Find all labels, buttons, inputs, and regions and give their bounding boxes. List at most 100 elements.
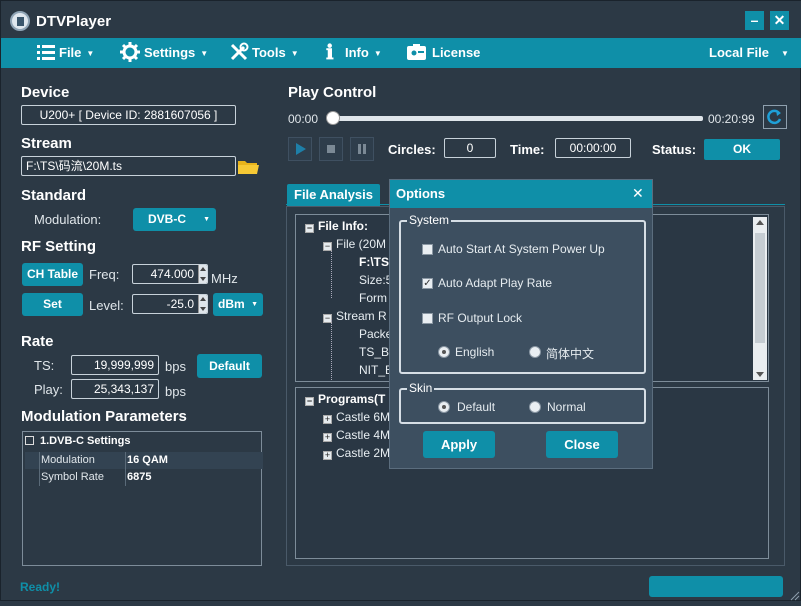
collapse-toggle[interactable]: − <box>305 397 314 406</box>
options-dialog: Options ✕ System Auto Start At System Po… <box>389 179 653 469</box>
freq-spinner[interactable] <box>198 265 207 283</box>
options-close-icon[interactable]: ✕ <box>632 185 644 202</box>
tree-node-path[interactable]: F:\TS <box>359 255 389 269</box>
chevron-down-icon: ▼ <box>290 49 299 58</box>
tree-node-file-info[interactable]: − File Info: <box>305 219 368 233</box>
dialog-close-button[interactable]: Close <box>546 431 618 458</box>
tree-node-ts-b[interactable]: TS_B <box>359 345 389 359</box>
folder-icon[interactable] <box>238 159 259 175</box>
expand-toggle[interactable]: + <box>323 433 332 442</box>
tree-node-programs[interactable]: − Programs(T <box>305 392 385 406</box>
tree-scrollbar[interactable] <box>753 217 767 380</box>
expand-toggle[interactable]: + <box>323 415 332 424</box>
standard-heading: Standard <box>21 187 87 204</box>
default-rate-button[interactable]: Default <box>197 354 262 378</box>
skin-normal-radio[interactable] <box>529 401 541 413</box>
scroll-down-icon[interactable] <box>756 372 764 377</box>
grid-group-row[interactable]: 1.DVB-C Settings <box>25 435 263 452</box>
tree-node-program[interactable]: + Castle 6M <box>323 410 390 424</box>
ts-rate-label: TS: <box>34 358 55 373</box>
menu-tools[interactable]: Tools ▼ <box>229 38 299 68</box>
status-label: Status: <box>652 142 697 157</box>
pause-icon <box>358 144 366 154</box>
status-text: Ready! <box>20 580 61 594</box>
menu-license-label: License <box>432 45 481 60</box>
menu-file[interactable]: File ▼ <box>37 38 94 68</box>
menu-license[interactable]: License <box>407 38 480 68</box>
freq-input[interactable]: 474.000 <box>132 264 208 284</box>
play-slider-track[interactable] <box>331 116 703 121</box>
level-unit: dBm <box>218 297 245 311</box>
ts-rate-field[interactable]: 19,999,999 <box>71 355 159 375</box>
rf-lock-checkbox[interactable] <box>422 313 433 324</box>
play-slider-handle[interactable] <box>326 111 340 125</box>
ts-rate-unit: bps <box>165 359 186 374</box>
tree-node-stream[interactable]: − Stream R <box>323 309 387 323</box>
scroll-up-icon[interactable] <box>756 220 764 225</box>
modulation-select[interactable]: DVB-C ▼ <box>133 208 216 231</box>
auto-start-label: Auto Start At System Power Up <box>438 242 605 256</box>
level-spinner[interactable] <box>198 295 207 313</box>
menu-info[interactable]: ℹ Info ▼ <box>326 38 382 68</box>
expand-toggle[interactable]: + <box>323 451 332 460</box>
skin-group-title: Skin <box>407 381 435 395</box>
grid-row[interactable]: Modulation 16 QAM <box>25 452 263 469</box>
auto-adapt-checkbox[interactable]: ✓ <box>422 278 433 289</box>
scroll-thumb[interactable] <box>755 233 765 343</box>
ch-table-button[interactable]: CH Table <box>22 263 83 286</box>
play-button[interactable] <box>288 137 312 161</box>
device-heading: Device <box>21 84 70 101</box>
tree-node-file[interactable]: − File (20M <box>323 237 386 251</box>
options-title-bar: Options ✕ <box>390 180 652 208</box>
chevron-down-icon: ▼ <box>86 49 95 58</box>
grid-row[interactable]: Symbol Rate 6875 <box>25 469 263 486</box>
stream-heading: Stream <box>21 135 72 152</box>
level-unit-select[interactable]: dBm ▼ <box>213 293 263 316</box>
skin-default-radio[interactable] <box>438 401 450 413</box>
level-input[interactable]: -25.0 <box>132 294 208 314</box>
source-label: Local File <box>709 45 769 60</box>
tree-node-packet[interactable]: Packe <box>359 327 392 341</box>
play-icon <box>296 143 306 155</box>
apply-button[interactable]: Apply <box>423 431 495 458</box>
collapse-toggle[interactable] <box>25 436 34 445</box>
app-logo-icon <box>10 11 30 31</box>
refresh-icon <box>767 109 782 125</box>
tree-label: File Info: <box>318 219 368 233</box>
play-rate-unit: bps <box>165 384 186 399</box>
collapse-toggle[interactable]: − <box>305 224 314 233</box>
menu-settings[interactable]: Settings ▼ <box>120 38 208 68</box>
minimize-button[interactable]: – <box>745 11 764 30</box>
grid-group-label: 1.DVB-C Settings <box>40 435 131 447</box>
tree-label: File (20M <box>336 237 387 251</box>
chevron-down-icon: ▼ <box>780 49 789 58</box>
menu-file-label: File <box>59 45 82 60</box>
chevron-down-icon: ▼ <box>203 216 210 223</box>
stop-button[interactable] <box>319 137 343 161</box>
progress-bar <box>649 576 783 597</box>
resize-grip-icon[interactable] <box>788 588 800 601</box>
grid-key: Modulation <box>41 454 95 466</box>
auto-start-checkbox[interactable] <box>422 244 433 255</box>
set-button[interactable]: Set <box>22 293 83 316</box>
english-radio[interactable] <box>438 346 450 358</box>
rf-heading: RF Setting <box>21 238 96 255</box>
tree-node-size[interactable]: Size:5 <box>359 273 392 287</box>
chinese-radio[interactable] <box>529 346 541 358</box>
source-dropdown[interactable]: Local File ▼ <box>709 38 789 68</box>
circles-field[interactable]: 0 <box>444 138 496 158</box>
tree-node-program[interactable]: + Castle 4M <box>323 428 390 442</box>
stream-path-field[interactable]: F:\TS\码流\20M.ts <box>21 156 236 176</box>
tree-node-form[interactable]: Form <box>359 291 387 305</box>
circles-label: Circles: <box>388 142 436 157</box>
close-window-button[interactable]: ✕ <box>770 11 789 30</box>
chinese-label: 简体中文 <box>546 347 595 361</box>
pause-button[interactable] <box>350 137 374 161</box>
tree-node-nit-b[interactable]: NIT_B <box>359 363 393 377</box>
options-title: Options <box>396 186 446 201</box>
device-field: U200+ [ Device ID: 2881607056 ] <box>21 105 236 125</box>
refresh-button[interactable] <box>763 105 787 129</box>
tab-file-analysis[interactable]: File Analysis <box>287 184 380 206</box>
main-window: DTVPlayer – ✕ File ▼ Settings ▼ Tools ▼ ℹ In… <box>0 0 801 601</box>
tree-node-program[interactable]: + Castle 2M <box>323 446 390 460</box>
